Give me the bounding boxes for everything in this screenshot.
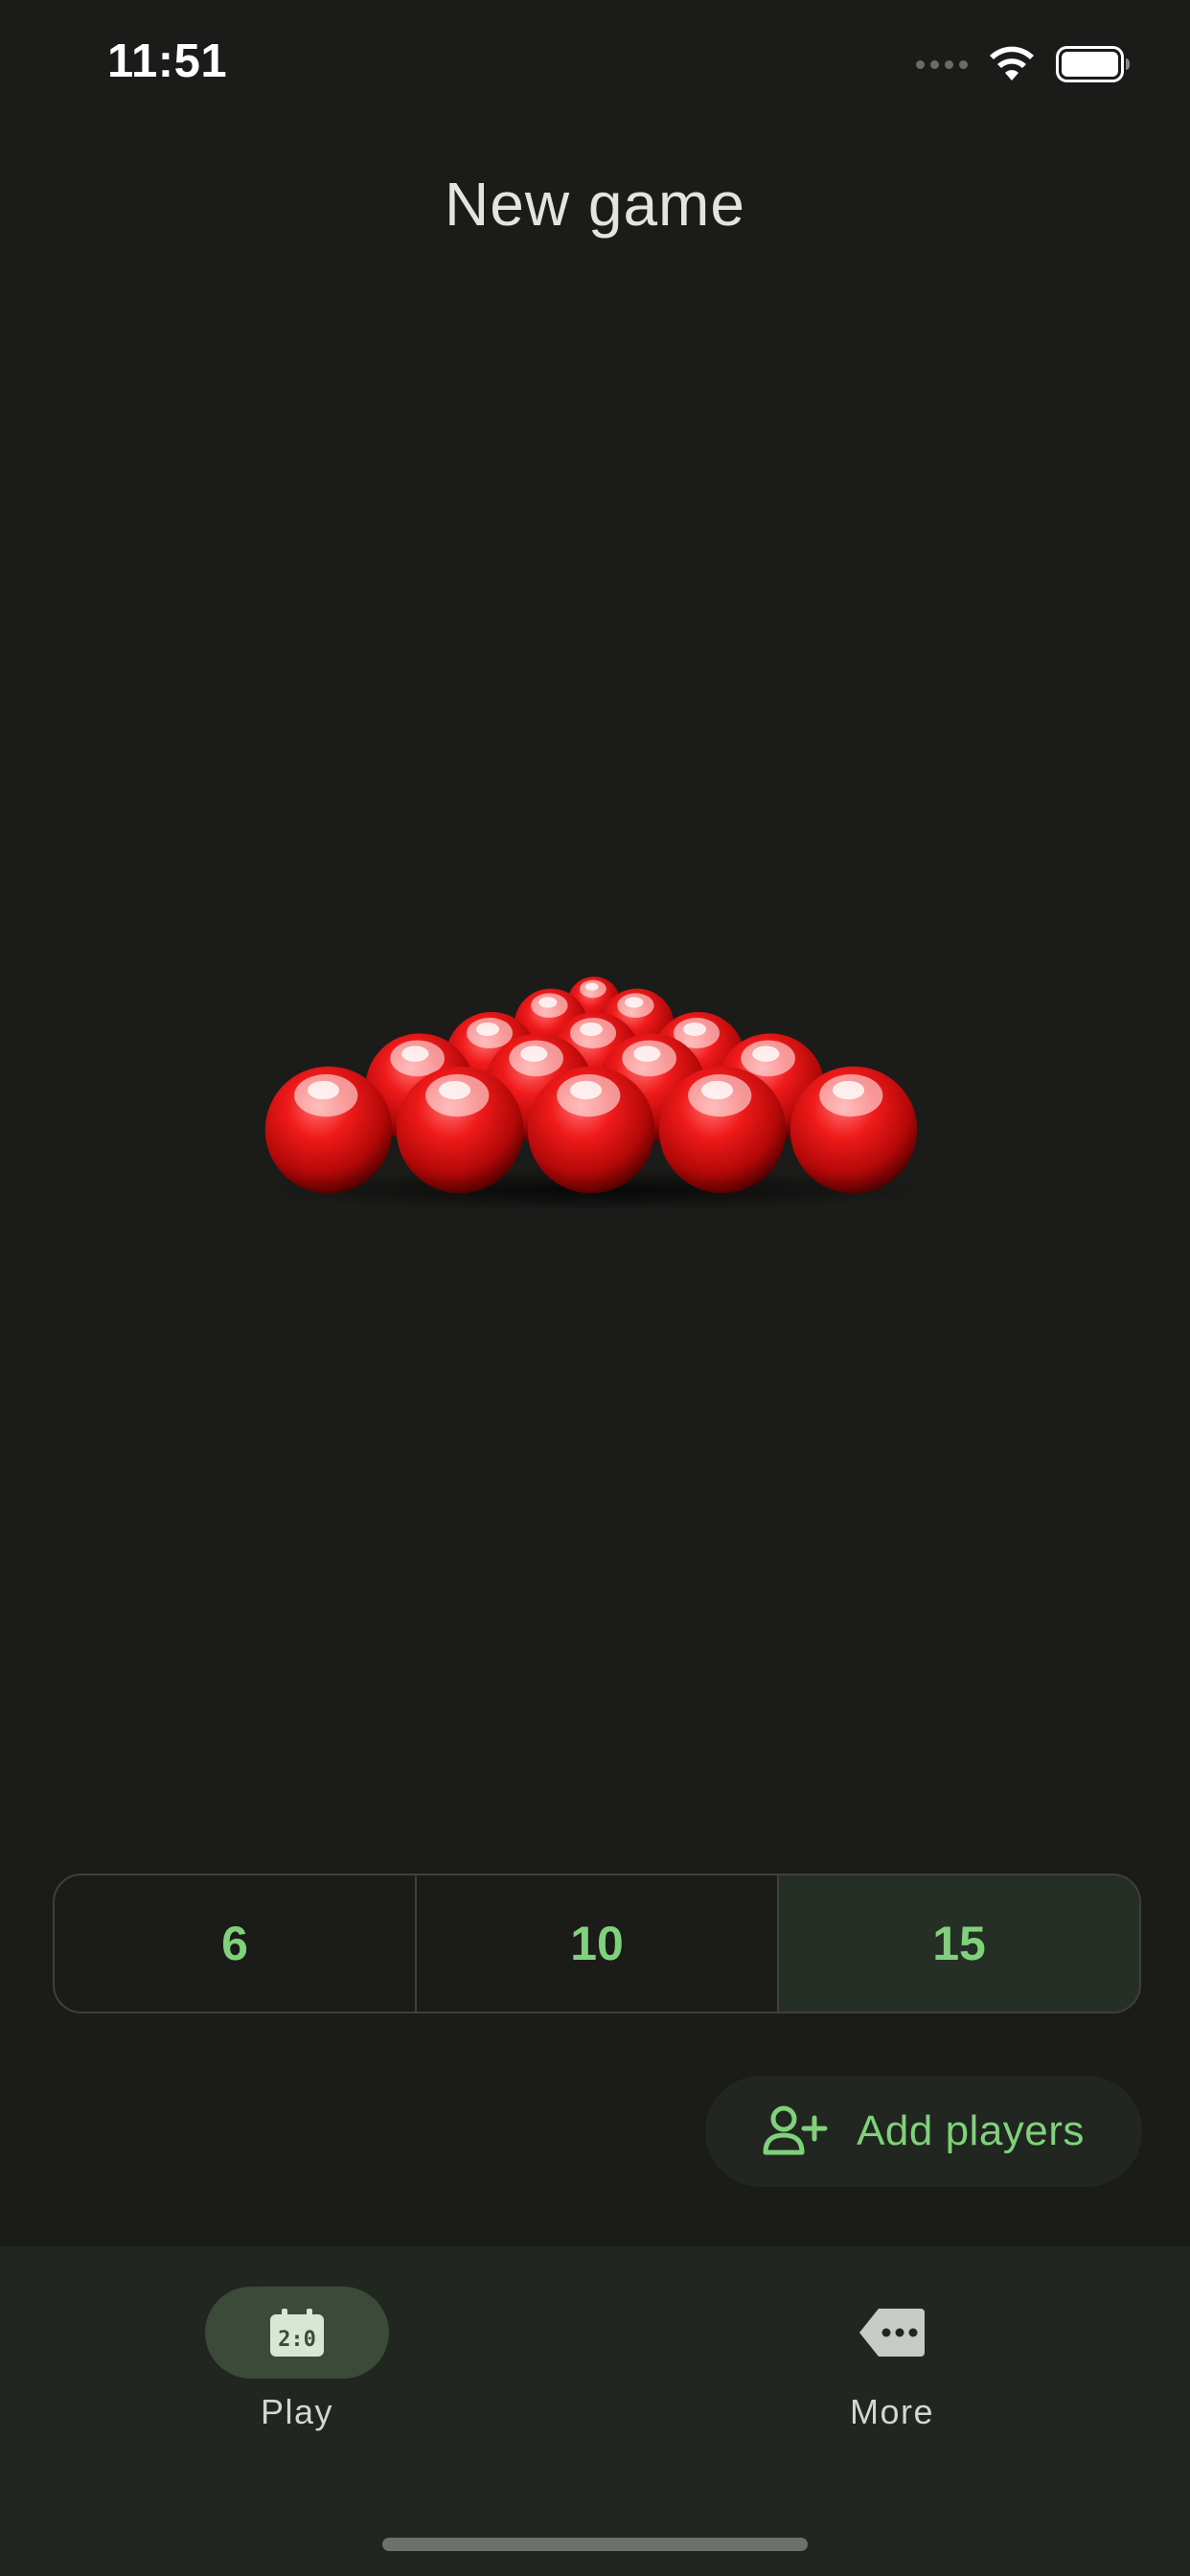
- reds-option-15[interactable]: 15: [777, 1875, 1139, 2012]
- battery-icon: [1056, 46, 1130, 82]
- status-time: 11:51: [107, 35, 228, 87]
- red-ball: [658, 1066, 787, 1194]
- status-bar: 11:51: [0, 0, 1190, 134]
- nav-icon-container: [800, 2287, 984, 2379]
- wifi-icon: [990, 46, 1034, 80]
- scoreboard-icon: 2:0: [270, 2309, 324, 2357]
- person-add-icon: [763, 2105, 828, 2155]
- red-ball: [527, 1066, 655, 1194]
- reds-option-10[interactable]: 10: [415, 1875, 777, 2012]
- signal-icon: [916, 59, 968, 69]
- snooker-rack-illustration: [250, 977, 940, 1211]
- bottom-navigation: 2:0 Play More: [0, 2246, 1190, 2576]
- nav-label-play: Play: [260, 2392, 334, 2431]
- reds-option-6[interactable]: 6: [55, 1875, 415, 2012]
- status-icons: [916, 42, 1131, 86]
- nav-item-play[interactable]: 2:0 Play: [153, 2287, 441, 2432]
- nav-label-more: More: [849, 2392, 935, 2431]
- reds-count-selector: 6 10 15: [53, 1874, 1141, 2013]
- red-ball: [264, 1066, 393, 1194]
- page-title: New game: [445, 170, 745, 239]
- home-indicator: [382, 2538, 808, 2551]
- add-players-label: Add players: [857, 2107, 1085, 2154]
- more-tag-icon: [859, 2309, 925, 2357]
- nav-active-indicator: 2:0: [205, 2287, 389, 2379]
- add-players-button[interactable]: Add players: [705, 2076, 1142, 2187]
- svg-text:2:0: 2:0: [278, 2328, 316, 2352]
- red-ball: [790, 1066, 918, 1194]
- nav-item-more[interactable]: More: [748, 2287, 1036, 2432]
- red-ball: [396, 1066, 524, 1194]
